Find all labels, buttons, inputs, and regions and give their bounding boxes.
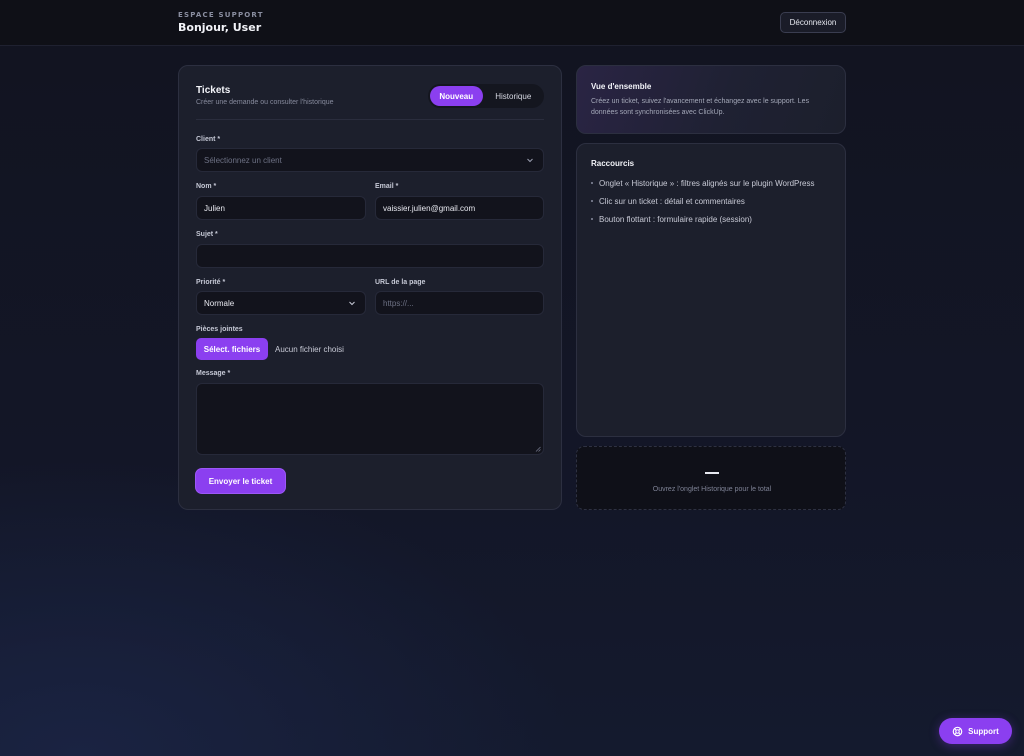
tab-historique[interactable]: Historique xyxy=(485,86,542,106)
tab-nouveau[interactable]: Nouveau xyxy=(430,86,483,106)
list-item: Onglet « Historique » : filtres alignés … xyxy=(591,178,841,196)
priorite-select[interactable]: Normale xyxy=(196,291,366,315)
header-eyebrow: ESPACE SUPPORT xyxy=(178,11,264,19)
ticket-total-value xyxy=(705,472,719,474)
url-label: URL de la page xyxy=(375,279,426,286)
attachments-label: Pièces jointes xyxy=(196,326,243,333)
overview-title: Vue d'ensemble xyxy=(591,82,652,91)
shortcuts-title: Raccourcis xyxy=(591,159,635,168)
message-textarea[interactable] xyxy=(196,383,544,455)
shortcuts-card: Raccourcis Onglet « Historique » : filtr… xyxy=(576,143,846,437)
ticket-total-card: — Ouvrez l'onglet Historique pour le tot… xyxy=(576,446,846,510)
priorite-select-value: Normale xyxy=(204,298,235,308)
nom-label: Nom * xyxy=(196,183,217,190)
lifebuoy-icon xyxy=(952,726,963,736)
tickets-subtitle: Créer une demande ou consulter l'histori… xyxy=(196,99,334,106)
chevron-down-icon xyxy=(349,301,355,306)
nom-input[interactable]: Julien xyxy=(196,196,366,220)
support-floating-button[interactable]: Support xyxy=(939,718,1012,744)
client-select[interactable]: Sélectionnez un client xyxy=(196,148,544,172)
tickets-card: Tickets Créer une demande ou consulter l… xyxy=(178,65,562,510)
sujet-label: Sujet * xyxy=(196,231,218,238)
header-divider xyxy=(196,119,544,120)
list-item: Bouton flottant : formulaire rapide (ses… xyxy=(591,214,841,232)
client-label: Client * xyxy=(196,136,221,143)
message-label: Message * xyxy=(196,370,231,377)
logout-button[interactable]: Déconnexion xyxy=(780,12,846,33)
tickets-title: Tickets xyxy=(196,85,231,96)
top-bar: ESPACE SUPPORT Bonjour, User Déconnexion xyxy=(0,0,1024,46)
sujet-input[interactable] xyxy=(196,244,544,268)
tickets-tabs: Nouveau Historique xyxy=(428,84,544,108)
overview-text: Créez un ticket, suivez l'avancement et … xyxy=(591,98,810,116)
priorite-label: Priorité * xyxy=(196,279,226,286)
email-label: Email * xyxy=(375,183,399,190)
ticket-total-caption: Ouvrez l'onglet Historique pour le total xyxy=(652,486,772,493)
header-greeting: Bonjour, User xyxy=(178,21,262,34)
chevron-down-icon xyxy=(527,158,533,163)
url-input[interactable]: https://... xyxy=(375,291,544,315)
overview-card: Vue d'ensemble Créez un ticket, suivez l… xyxy=(576,65,846,134)
list-item: Clic sur un ticket : détail et commentai… xyxy=(591,196,841,214)
support-button-label: Support xyxy=(968,726,999,736)
shortcuts-list: Onglet « Historique » : filtres alignés … xyxy=(591,178,841,232)
select-files-button[interactable]: Sélect. fichiers xyxy=(196,338,268,360)
client-select-placeholder: Sélectionnez un client xyxy=(204,155,282,165)
email-input[interactable]: vaissier.julien@gmail.com xyxy=(375,196,544,220)
submit-ticket-button[interactable]: Envoyer le ticket xyxy=(196,469,285,493)
file-status: Aucun fichier choisi xyxy=(275,345,344,354)
resize-handle-icon[interactable] xyxy=(535,446,541,452)
